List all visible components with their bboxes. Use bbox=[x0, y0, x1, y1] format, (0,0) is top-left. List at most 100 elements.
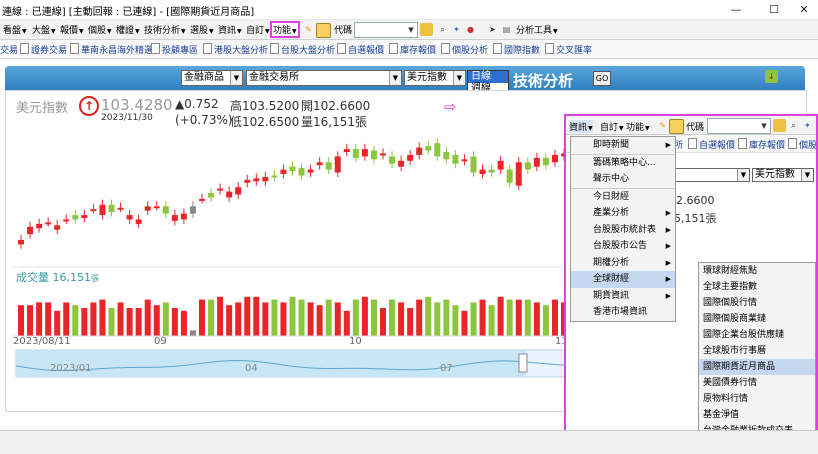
inset-menu-info[interactable]: 資訊▼ bbox=[569, 120, 593, 133]
document-icon bbox=[738, 138, 747, 149]
info-menu-item[interactable]: 今日財經 bbox=[571, 187, 675, 206]
volume-bar bbox=[135, 308, 142, 336]
inset-tools-icon[interactable]: ✦ bbox=[801, 119, 814, 132]
volume-bar bbox=[398, 302, 405, 336]
volume-bar bbox=[307, 302, 314, 336]
info-menu-item[interactable]: 籌碼策略中心... bbox=[571, 153, 675, 172]
inset-search-icon[interactable]: ⌕ bbox=[787, 119, 800, 132]
volume-bar bbox=[81, 308, 88, 336]
document-icon bbox=[788, 138, 797, 149]
global-finance-item[interactable]: 國際期貨近月商品 bbox=[699, 359, 815, 375]
info-menu-item-label: 產業分析 bbox=[593, 208, 630, 218]
candle-body bbox=[298, 168, 305, 176]
volume-bar bbox=[497, 296, 504, 336]
candle-body bbox=[217, 188, 224, 191]
global-finance-item[interactable]: 環球財經焦點 bbox=[699, 263, 815, 279]
info-menu-item[interactable]: 即時新聞 ▶ bbox=[571, 137, 675, 154]
candle-body bbox=[398, 160, 405, 167]
info-menu-item[interactable]: 產業分析 ▶ bbox=[571, 205, 675, 222]
candle-body bbox=[235, 187, 242, 195]
volume-bar bbox=[271, 299, 278, 336]
volume-bar bbox=[461, 310, 468, 336]
volume-bar bbox=[551, 299, 558, 336]
volume-bar bbox=[289, 296, 296, 336]
volume-bar bbox=[370, 299, 377, 336]
global-finance-item[interactable]: 全球主要指數 bbox=[699, 279, 815, 295]
candle-body bbox=[307, 169, 314, 173]
candle-body bbox=[334, 156, 341, 173]
info-menu-item[interactable]: 台股股市統計表 ▶ bbox=[571, 222, 675, 239]
volume-bar bbox=[208, 299, 215, 336]
volume-bar bbox=[235, 302, 242, 336]
info-menu-item[interactable]: 期貨資訊 ▶ bbox=[571, 288, 675, 305]
inset-quote-icon[interactable] bbox=[773, 119, 786, 132]
volume-bar bbox=[45, 302, 52, 336]
volume-bar bbox=[63, 302, 70, 336]
candle-body bbox=[434, 143, 441, 157]
volume-bar bbox=[343, 310, 350, 336]
x-label-start: 2023/08/11 bbox=[13, 336, 71, 347]
candle-body bbox=[470, 156, 477, 173]
candle-body bbox=[36, 223, 43, 229]
candle-body bbox=[180, 213, 187, 220]
global-finance-item[interactable]: 美國債券行情 bbox=[699, 375, 815, 391]
info-menu-item[interactable]: 聲示中心 bbox=[571, 171, 675, 188]
submenu-arrow-icon: ▶ bbox=[665, 258, 671, 267]
inset-open-price: 2.6600 bbox=[676, 194, 715, 207]
volume-bar bbox=[226, 305, 233, 336]
volume-bar bbox=[316, 305, 323, 336]
volume-bar bbox=[470, 302, 477, 336]
volume-bar bbox=[325, 299, 332, 336]
status-bar bbox=[0, 430, 818, 454]
candle-body bbox=[515, 162, 522, 186]
info-menu-item-label: 期貨資訊 bbox=[593, 290, 630, 301]
inset-link-inventory[interactable]: 庫存報價 bbox=[738, 138, 785, 151]
inset-pencil-icon[interactable]: ✎ bbox=[656, 119, 669, 132]
info-menu-item-label: 期權分析 bbox=[593, 257, 630, 268]
candle-body bbox=[343, 149, 350, 152]
info-menu-item[interactable]: 香港市場資訊 bbox=[571, 304, 675, 321]
candle-body bbox=[63, 219, 70, 222]
inset-menu-bar: 資訊▼ 自訂▼ 功能▼ ✎ 代碼 ▼ ⌕ ✦ bbox=[566, 116, 816, 135]
info-menu-item-label: 即時新聞 bbox=[593, 140, 630, 150]
global-finance-item[interactable]: 國際企業台股供應鏈 bbox=[699, 327, 815, 343]
candle-body bbox=[533, 157, 540, 167]
volume-bar bbox=[99, 299, 106, 336]
candle-body bbox=[461, 159, 468, 162]
info-menu-item-label: 聲示中心 bbox=[593, 174, 630, 184]
candle-body bbox=[280, 169, 287, 174]
candle-body bbox=[361, 149, 368, 157]
info-menu-item[interactable]: 台股股市公告 ▶ bbox=[571, 238, 675, 255]
global-finance-item[interactable]: 原物料行情 bbox=[699, 391, 815, 407]
inset-link-watchlist[interactable]: 自選報價 bbox=[688, 138, 735, 151]
volume-bar bbox=[416, 299, 423, 336]
info-dropdown-menu: 即時新聞 ▶ 籌碼策略中心... 聲示中心 今日財經 產業分析 ▶ 台股股市統計表 ▶ 台股股市公… bbox=[570, 136, 676, 322]
inset-window-icon[interactable] bbox=[669, 119, 684, 134]
inset-menu-function[interactable]: 功能▼ bbox=[626, 120, 650, 133]
submenu-arrow-icon: ▶ bbox=[665, 209, 671, 217]
inset-menu-custom[interactable]: 自訂▼ bbox=[600, 120, 624, 133]
inset-link-stock[interactable]: 個股 bbox=[788, 138, 816, 151]
volume-bar bbox=[253, 296, 260, 336]
volume-bar bbox=[479, 299, 486, 336]
global-finance-item[interactable]: 基金淨值 bbox=[699, 407, 815, 423]
candle-body bbox=[99, 204, 106, 216]
volume-bar bbox=[27, 305, 34, 336]
volume-bar bbox=[171, 308, 178, 336]
info-menu-item[interactable]: 全球財經 ▶ bbox=[571, 271, 675, 288]
nav-label-jul: 07 bbox=[440, 363, 453, 374]
menu-screenshot-inset: 資訊▼ 自訂▼ 功能▼ ✎ 代碼 ▼ ⌕ ✦ 所 自選報價 庫存報價 個股 ▼ … bbox=[564, 114, 818, 452]
inset-code-input[interactable]: ▼ bbox=[707, 118, 771, 134]
volume-bar bbox=[515, 299, 522, 336]
global-finance-item[interactable]: 全球股市行事曆 bbox=[699, 343, 815, 359]
volume-bar bbox=[189, 330, 196, 336]
inset-instrument-select[interactable]: 美元指數 ▼ bbox=[752, 168, 814, 182]
volume-bar bbox=[407, 308, 414, 336]
volume-bar bbox=[244, 296, 251, 336]
global-finance-item[interactable]: 國際個股行情 bbox=[699, 295, 815, 311]
info-menu-item[interactable]: 期權分析 ▶ bbox=[571, 255, 675, 272]
global-finance-item[interactable]: 國際個股商業鏈 bbox=[699, 311, 815, 327]
candle-body bbox=[262, 176, 269, 182]
inset-exchange-select[interactable]: ▼ bbox=[674, 168, 750, 182]
info-menu-item-label: 台股股市公告 bbox=[593, 241, 648, 251]
